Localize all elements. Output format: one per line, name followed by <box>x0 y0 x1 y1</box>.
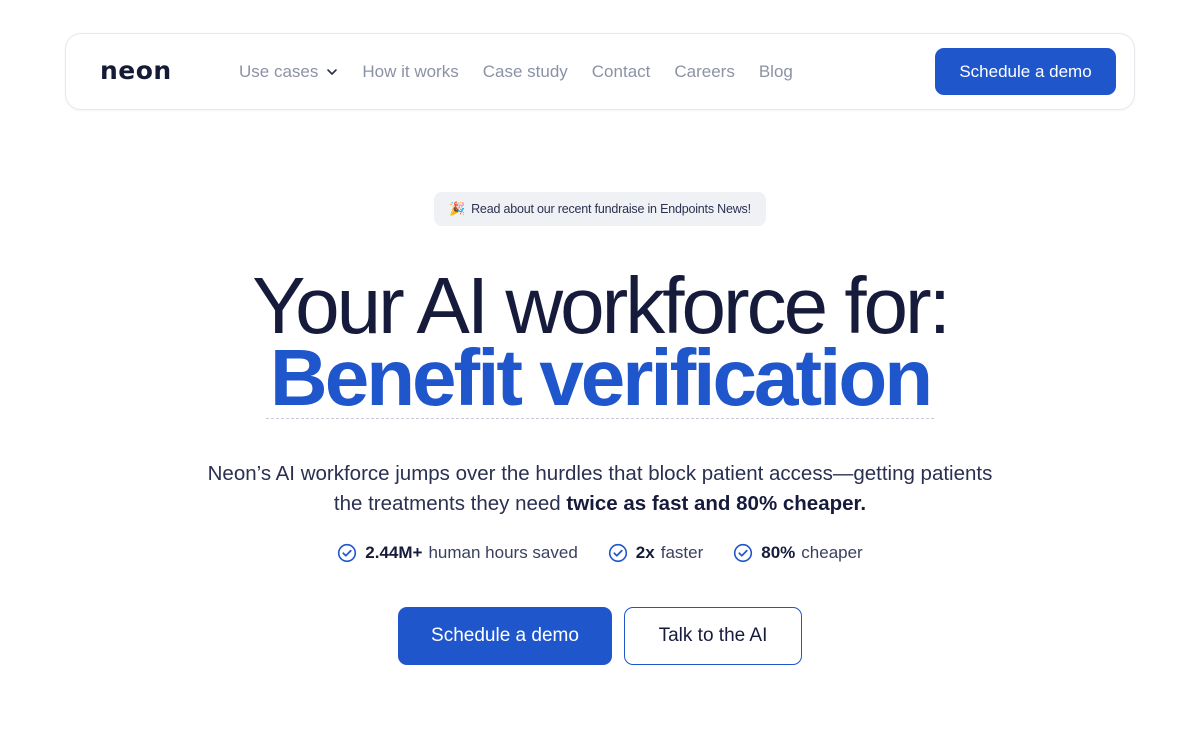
stat-faster: 2x faster <box>608 543 703 563</box>
nav-item-use-cases[interactable]: Use cases <box>239 61 338 83</box>
party-popper-icon: 🎉 <box>449 201 466 216</box>
announcement-text: Read about our recent fundraise in Endpo… <box>471 202 751 216</box>
talk-to-ai-button[interactable]: Talk to the AI <box>624 607 802 665</box>
nav-links: Use cases How it works Case study Contac… <box>239 61 817 83</box>
nav-item-how-it-works[interactable]: How it works <box>362 61 458 83</box>
neon-logo[interactable]: neon <box>100 56 172 86</box>
announcement-pill[interactable]: 🎉 Read about our recent fundraise in End… <box>434 192 766 226</box>
stat-value: 2.44M+ <box>365 543 423 562</box>
check-circle-icon <box>338 543 357 563</box>
nav-schedule-demo-button[interactable]: Schedule a demo <box>935 48 1116 95</box>
nav-item-careers[interactable]: Careers <box>674 61 734 83</box>
stat-label: faster <box>660 543 704 562</box>
check-circle-icon <box>608 543 627 563</box>
stat-label: cheaper <box>801 543 863 562</box>
stat-label: human hours saved <box>428 543 578 562</box>
nav-item-case-study[interactable]: Case study <box>483 61 568 83</box>
nav-item-contact[interactable]: Contact <box>592 61 651 83</box>
nav-item-blog[interactable]: Blog <box>759 61 793 83</box>
landing-page: neon Use cases How it works Case study C… <box>0 0 1200 750</box>
stat-cheaper: 80% cheaper <box>733 543 863 563</box>
headline-divider <box>266 418 934 419</box>
check-circle-icon <box>734 543 753 563</box>
hero-schedule-demo-button[interactable]: Schedule a demo <box>398 607 612 665</box>
stat-value: 2x <box>635 543 655 562</box>
stat-hours-saved: 2.44M+ human hours saved <box>337 543 578 563</box>
stat-value: 80% <box>761 543 796 562</box>
stats-row: 2.44M+ human hours saved 2x faster 80% c… <box>0 543 1200 563</box>
top-nav: neon Use cases How it works Case study C… <box>65 33 1135 110</box>
chevron-down-icon <box>327 69 338 75</box>
hero-subtext-emphasis: twice as fast and 80% cheaper. <box>566 492 867 515</box>
hero-headline-highlight: Benefit verification <box>269 333 933 422</box>
hero-subtext: Neon’s AI workforce jumps over the hurdl… <box>200 459 1000 519</box>
nav-item-label: Use cases <box>239 62 319 81</box>
